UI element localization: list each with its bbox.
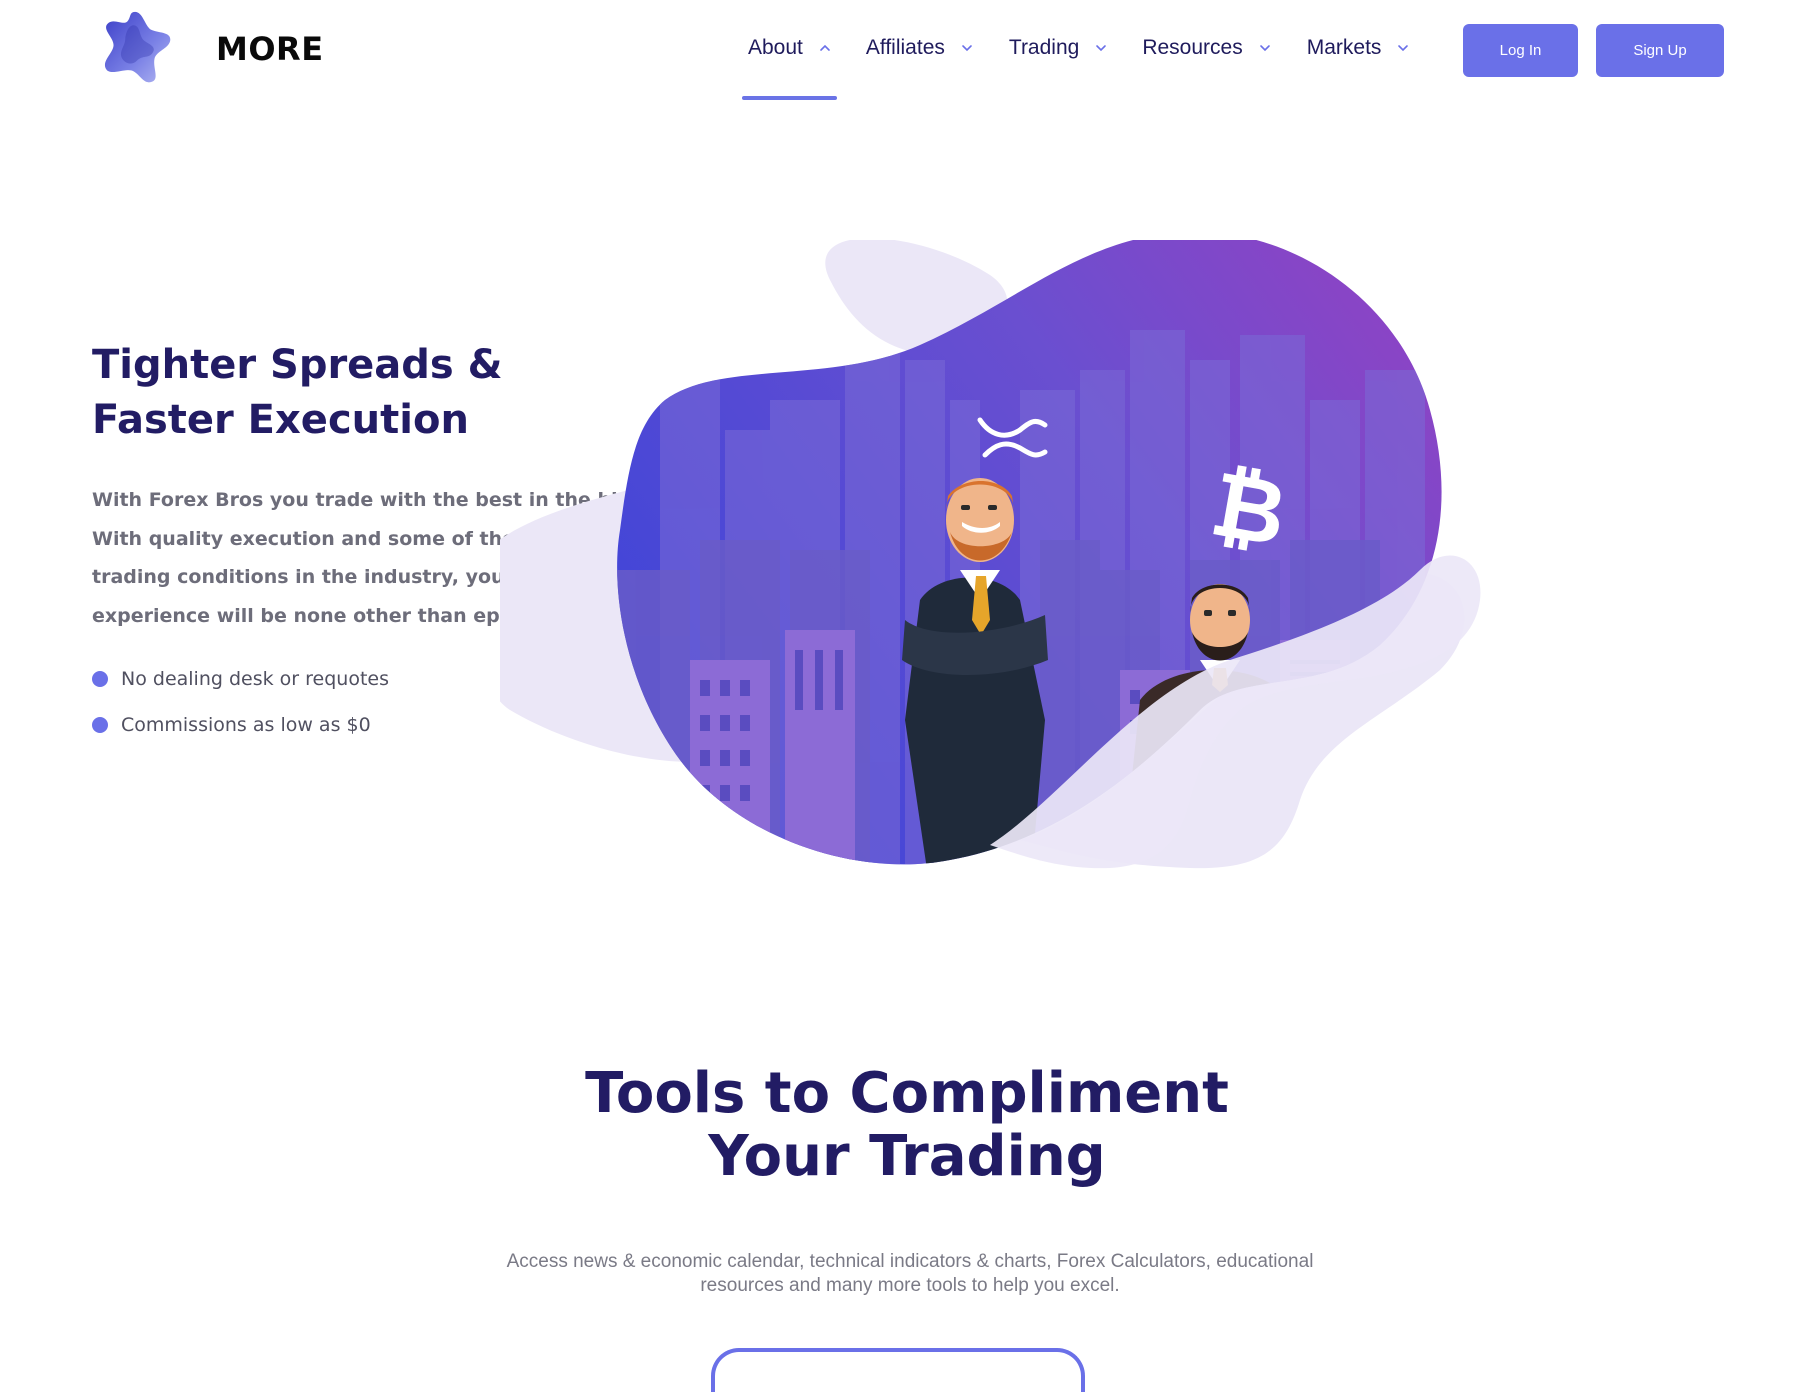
- chevron-down-icon: [1096, 45, 1107, 52]
- list-item: Commissions as low as $0: [92, 702, 389, 748]
- tools-title: Tools to Compliment Your Trading: [0, 1062, 1814, 1188]
- chevron-down-icon: [1259, 45, 1270, 52]
- chevron-up-icon: [820, 44, 830, 51]
- hero-bullet-list: No dealing desk or requotes Commissions …: [92, 656, 389, 748]
- bullet-dot-icon: [92, 717, 108, 733]
- bullet-text: No dealing desk or requotes: [121, 668, 389, 690]
- list-item: No dealing desk or requotes: [92, 656, 389, 702]
- login-button[interactable]: Log In: [1463, 24, 1578, 77]
- tools-title-line-1: Tools to Compliment: [585, 1061, 1229, 1126]
- signup-button[interactable]: Sign Up: [1596, 24, 1724, 77]
- star-blob-logo-icon: [104, 11, 171, 83]
- site-header: MORE About Affiliates Trading Resources …: [0, 0, 1814, 102]
- nav-item-resources-label: Resources: [1142, 36, 1243, 59]
- nav-item-markets[interactable]: Markets: [1301, 0, 1416, 96]
- tools-description: Access news & economic calendar, technic…: [506, 1251, 1314, 1296]
- chevron-down-icon: [1398, 45, 1409, 52]
- nav-item-affiliates[interactable]: Affiliates: [860, 0, 979, 96]
- logo-link[interactable]: MORE: [96, 8, 323, 86]
- brand-name: MORE: [216, 30, 324, 68]
- tools-card[interactable]: [711, 1348, 1085, 1392]
- nav-item-trading[interactable]: Trading: [1003, 0, 1113, 96]
- chevron-down-icon: [962, 45, 972, 52]
- bullet-text: Commissions as low as $0: [121, 714, 371, 736]
- nav-item-about-label: About: [748, 36, 803, 59]
- nav-item-affiliates-label: Affiliates: [865, 36, 945, 59]
- nav-item-about[interactable]: About: [742, 0, 837, 100]
- main-nav: About Affiliates Trading Resources Marke…: [742, 0, 1415, 102]
- nav-item-markets-label: Markets: [1306, 36, 1382, 59]
- nav-item-resources[interactable]: Resources: [1136, 0, 1276, 96]
- tools-title-line-2: Your Trading: [708, 1124, 1106, 1189]
- nav-item-trading-label: Trading: [1008, 36, 1080, 59]
- traders-city-bitcoin-illustration: ₿: [500, 240, 1481, 869]
- bullet-dot-icon: [92, 671, 108, 687]
